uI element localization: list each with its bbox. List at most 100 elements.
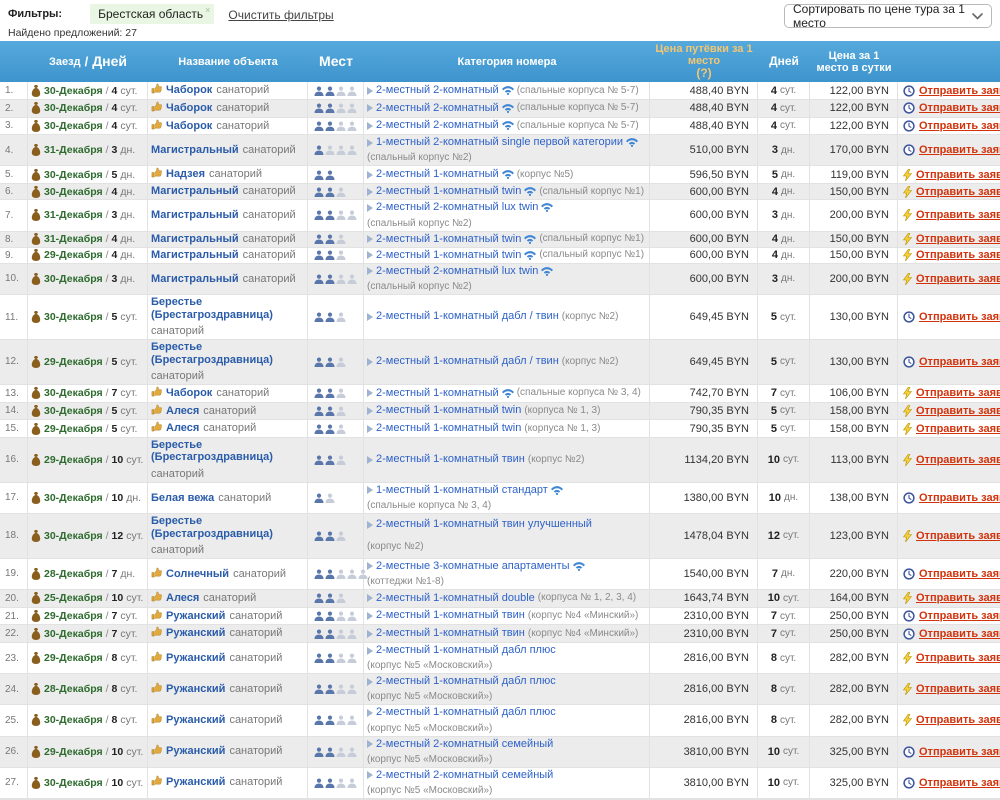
object-link[interactable]: Белая вежа xyxy=(151,492,214,505)
send-request-link[interactable]: Отправить заявку xyxy=(916,273,1000,285)
send-request-link[interactable]: Отправить заявку xyxy=(919,144,1000,156)
price-per-day: 325,00 BYN xyxy=(810,737,898,767)
col-header-name[interactable]: Название объекта xyxy=(148,54,308,70)
object-link[interactable]: Ружанский xyxy=(166,652,225,665)
send-request-link[interactable]: Отправить заявку xyxy=(916,683,1000,695)
category-link[interactable]: 2-местный 2-комнатный xyxy=(376,102,499,115)
category-link[interactable]: 2-местный 1-комнатный twin xyxy=(376,185,521,198)
send-request-link[interactable]: Отправить заявку xyxy=(919,120,1000,132)
object-link[interactable]: Берестье (Брестагроздравница) xyxy=(151,439,304,464)
category-link[interactable]: 2-местный 1-комнатный дабл плюс xyxy=(376,675,556,688)
category-link[interactable]: 2-местный 1-комнатный xyxy=(376,387,499,400)
category-link[interactable]: 2-местный 1-комнатный твин xyxy=(376,453,525,466)
help-icon[interactable]: (?) xyxy=(696,67,711,80)
object-link[interactable]: Алеся xyxy=(166,405,199,418)
col-header-price[interactable]: Цена путёвки за 1 место (?) xyxy=(650,41,758,82)
object-link[interactable]: Ружанский xyxy=(166,745,225,758)
send-request-link[interactable]: Отправить заявку xyxy=(919,311,1000,323)
object-link[interactable]: Ружанский xyxy=(166,714,225,727)
send-request-link[interactable]: Отправить заявку xyxy=(919,356,1000,368)
send-request-link[interactable]: Отправить заявку xyxy=(916,530,1000,542)
category-link[interactable]: 2-местный 1-комнатный double xyxy=(376,592,535,605)
category-link[interactable]: 2-местные 3-комнатные апартаменты xyxy=(376,560,570,573)
category-link[interactable]: 2-местный 1-комнатный twin xyxy=(376,249,521,262)
category-link[interactable]: 1-местный 2-комнатный single первой кате… xyxy=(376,136,623,149)
object-link[interactable]: Солнечный xyxy=(166,568,229,581)
days-cell: 3 дн. xyxy=(758,200,810,230)
clear-filters-link[interactable]: Очистить фильтры xyxy=(228,4,333,22)
send-request-link[interactable]: Отправить заявку xyxy=(919,746,1000,758)
object-link[interactable]: Надзея xyxy=(166,168,205,181)
object-link[interactable]: Чаборок xyxy=(166,84,212,97)
send-request-link[interactable]: Отправить заявку xyxy=(916,592,1000,604)
category-link[interactable]: 2-местный 2-комнатный семейный xyxy=(376,769,553,782)
send-request-link[interactable]: Отправить заявку xyxy=(919,85,1000,97)
col-header-seats[interactable]: Мест xyxy=(308,52,364,71)
send-request-link[interactable]: Отправить заявку xyxy=(919,628,1000,640)
category-link[interactable]: 2-местный 2-комнатный xyxy=(376,119,499,132)
close-icon[interactable]: × xyxy=(205,5,210,15)
object-link[interactable]: Магистральный xyxy=(151,144,239,157)
duration-number: 5 xyxy=(112,311,118,323)
send-request-link[interactable]: Отправить заявку xyxy=(916,186,1000,198)
duration-unit: сут. xyxy=(120,311,137,323)
send-request-link[interactable]: Отправить заявку xyxy=(919,777,1000,789)
person-icon xyxy=(325,210,335,220)
send-request-link[interactable]: Отправить заявку xyxy=(916,405,1000,417)
object-link[interactable]: Магистральный xyxy=(151,273,239,286)
object-link[interactable]: Берестье (Брестагроздравница) xyxy=(151,341,304,366)
category-link[interactable]: 2-местный 1-комнатный дабл плюс xyxy=(376,644,556,657)
object-link[interactable]: Ружанский xyxy=(166,610,225,623)
category-link[interactable]: 2-местный 1-комнатный xyxy=(376,168,499,181)
category-link[interactable]: 2-местный 1-комнатный twin xyxy=(376,233,521,246)
col-header-category[interactable]: Категория номера xyxy=(364,54,650,70)
send-request-link[interactable]: Отправить заявку xyxy=(919,492,1000,504)
category-link[interactable]: 2-местный 2-комнатный lux twin xyxy=(376,265,538,278)
object-link[interactable]: Ружанский xyxy=(166,683,225,696)
object-link[interactable]: Чаборок xyxy=(166,102,212,115)
object-link[interactable]: Магистральный xyxy=(151,233,239,246)
category-link[interactable]: 2-местный 1-комнатный twin xyxy=(376,404,521,417)
send-request-link[interactable]: Отправить заявку xyxy=(916,249,1000,261)
send-request-link[interactable]: Отправить заявку xyxy=(919,568,1000,580)
object-link[interactable]: Ружанский xyxy=(166,776,225,789)
duration-unit: дн. xyxy=(120,144,135,156)
send-request-link[interactable]: Отправить заявку xyxy=(916,714,1000,726)
category-link[interactable]: 2-местный 1-комнатный дабл / твин xyxy=(376,310,559,323)
send-request-link[interactable]: Отправить заявку xyxy=(916,387,1000,399)
object-link[interactable]: Берестье (Брестагроздравница) xyxy=(151,515,304,540)
category-link[interactable]: 2-местный 2-комнатный xyxy=(376,84,499,97)
send-request-link[interactable]: Отправить заявку xyxy=(916,169,1000,181)
send-request-link[interactable]: Отправить заявку xyxy=(916,652,1000,664)
object-link[interactable]: Чаборок xyxy=(166,120,212,133)
send-request-link[interactable]: Отправить заявку xyxy=(916,423,1000,435)
object-link[interactable]: Магистральный xyxy=(151,249,239,262)
category-link[interactable]: 1-местный 1-комнатный стандарт xyxy=(376,484,548,497)
sort-by-days-link[interactable]: Дней xyxy=(92,54,127,69)
send-request-link[interactable]: Отправить заявку xyxy=(919,610,1000,622)
object-link[interactable]: Магистральный xyxy=(151,209,239,222)
send-request-link[interactable]: Отправить заявку xyxy=(916,209,1000,221)
sort-select[interactable]: Сортировать по цене тура за 1 место xyxy=(784,4,992,28)
object-link[interactable]: Чаборок xyxy=(166,387,212,400)
category-link[interactable]: 2-местный 1-комнатный twin xyxy=(376,422,521,435)
category-link[interactable]: 2-местный 2-комнатный lux twin xyxy=(376,201,538,214)
category-link[interactable]: 2-местный 2-комнатный семейный xyxy=(376,738,553,751)
category-note: (спальный корпус №2) xyxy=(367,281,472,293)
col-header-price-per-day[interactable]: Цена за 1 место в сутки xyxy=(810,48,898,76)
category-link[interactable]: 2-местный 1-комнатный твин xyxy=(376,609,525,622)
category-link[interactable]: 2-местный 1-комнатный дабл плюс xyxy=(376,706,556,719)
category-link[interactable]: 2-местный 1-комнатный твин xyxy=(376,627,525,640)
category-link[interactable]: 2-местный 1-комнатный дабл / твин xyxy=(376,355,559,368)
object-link[interactable]: Алеся xyxy=(166,592,199,605)
send-request-link[interactable]: Отправить заявку xyxy=(916,454,1000,466)
object-link[interactable]: Магистральный xyxy=(151,185,239,198)
col-header-days[interactable]: Дней xyxy=(758,53,810,70)
send-request-link[interactable]: Отправить заявку xyxy=(919,102,1000,114)
object-link[interactable]: Ружанский xyxy=(166,627,225,640)
send-request-link[interactable]: Отправить заявку xyxy=(916,233,1000,245)
filter-chip-region[interactable]: Брестская область × xyxy=(90,4,214,24)
sort-by-checkin-link[interactable]: Заезд xyxy=(49,56,81,68)
object-link[interactable]: Берестье (Брестагроздравница) xyxy=(151,296,304,321)
object-link[interactable]: Алеся xyxy=(166,422,199,435)
